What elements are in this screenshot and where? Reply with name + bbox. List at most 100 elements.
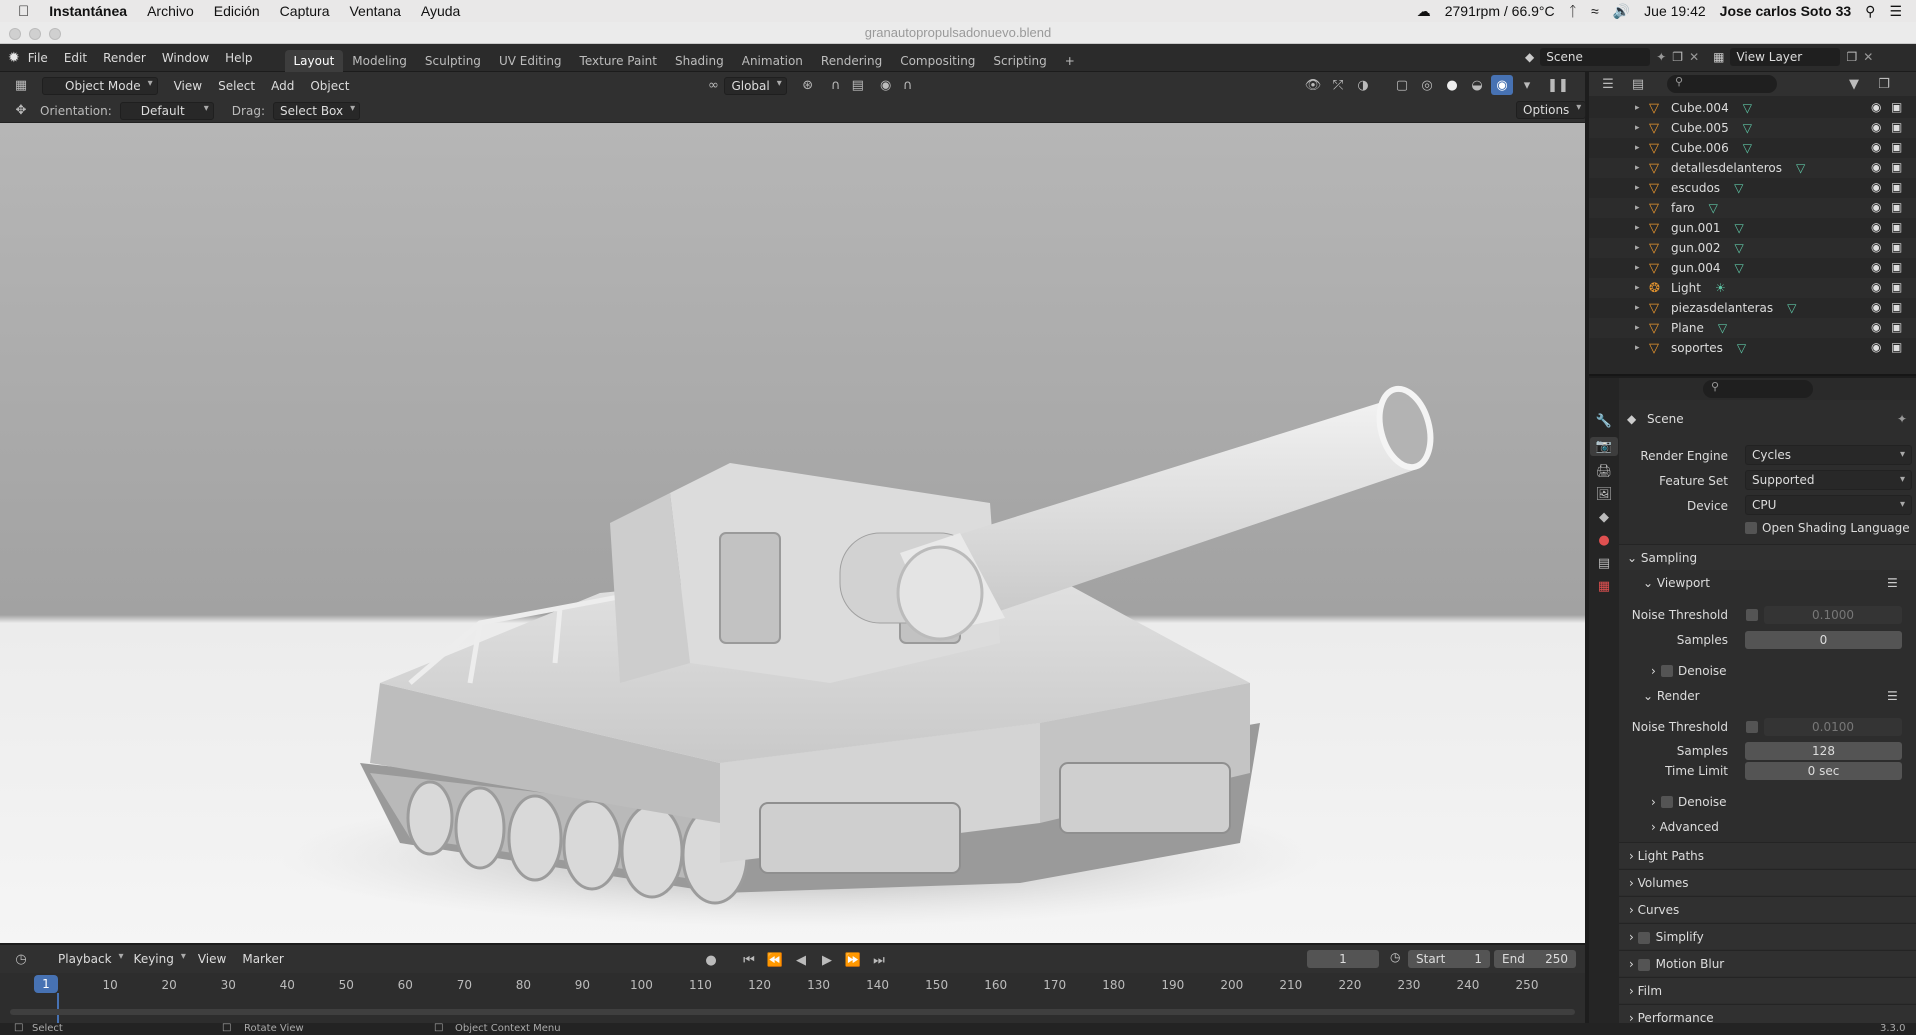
playback-menu[interactable]: Playback xyxy=(52,951,128,967)
new-collection-icon[interactable]: ❐ xyxy=(1873,74,1895,94)
outliner-row[interactable]: ▸ ▽ gun.001 ▽ ◉ ▣ xyxy=(1589,218,1916,238)
mesh-data-icon[interactable]: ▽ xyxy=(1735,261,1744,275)
display-mode-icon[interactable]: ▤ xyxy=(1627,74,1649,94)
pause-render-icon[interactable]: ❚❚ xyxy=(1547,75,1569,95)
editor-type-icon[interactable]: ▦ xyxy=(10,76,32,96)
mesh-data-icon[interactable]: ▽ xyxy=(1734,181,1743,195)
playhead[interactable]: 1 xyxy=(34,975,58,993)
texture-tab-icon[interactable]: ▦ xyxy=(1598,579,1610,594)
visibility-eye-icon[interactable]: ◉ xyxy=(1871,240,1881,254)
visibility-eye-icon[interactable]: ◉ xyxy=(1871,280,1881,294)
keying-menu[interactable]: Keying xyxy=(128,951,190,967)
shading-options-icon[interactable]: ▾ xyxy=(1516,75,1538,95)
timeline-editor-type-icon[interactable]: ◷ xyxy=(10,949,32,969)
material-shading-icon[interactable]: ◒ xyxy=(1466,75,1488,95)
expand-arrow-icon[interactable]: ▸ xyxy=(1635,143,1649,153)
vp-denoise-subpanel[interactable]: › xyxy=(1651,664,1656,678)
tab-uv-editing[interactable]: UV Editing xyxy=(490,50,571,72)
add-workspace-button[interactable]: + xyxy=(1056,50,1084,72)
expand-arrow-icon[interactable]: ▸ xyxy=(1635,343,1649,353)
falloff-icon[interactable]: ∩ xyxy=(897,76,919,96)
3d-viewport[interactable] xyxy=(0,123,1585,943)
visibility-eye-icon[interactable]: ◉ xyxy=(1871,220,1881,234)
snap-icon[interactable]: ∩ xyxy=(825,76,847,96)
timeline-ruler[interactable]: 1 10 20 30 40 50 60 70 80 90 100 110 120 130 140 150 16… xyxy=(0,973,1585,1023)
pin-icon[interactable]: ✦ xyxy=(1656,50,1666,64)
mesh-data-icon[interactable]: ▽ xyxy=(1796,161,1805,175)
render-camera-icon[interactable]: ▣ xyxy=(1891,240,1902,254)
tab-layout[interactable]: Layout xyxy=(284,49,344,72)
tab-rendering[interactable]: Rendering xyxy=(812,50,891,72)
mesh-data-icon[interactable]: ▽ xyxy=(1737,341,1746,355)
view-layer-tab-icon[interactable]: 🖼 xyxy=(1596,487,1613,502)
device-selector[interactable]: CPU xyxy=(1745,495,1912,515)
menu-select[interactable]: Select xyxy=(210,79,263,93)
play-reverse-button[interactable]: ◀ xyxy=(790,950,812,970)
snap-target-icon[interactable]: ▤ xyxy=(847,76,869,96)
expand-arrow-icon[interactable]: ▸ xyxy=(1635,243,1649,253)
new-scene-icon[interactable]: ❐ xyxy=(1672,50,1683,64)
outliner-item-name[interactable]: Light xyxy=(1671,281,1701,295)
tab-animation[interactable]: Animation xyxy=(733,50,812,72)
render-camera-icon[interactable]: ▣ xyxy=(1891,140,1902,154)
expand-arrow-icon[interactable]: ▸ xyxy=(1635,183,1649,193)
expand-arrow-icon[interactable]: ▸ xyxy=(1635,163,1649,173)
prev-keyframe-button[interactable]: ⏪ xyxy=(764,950,786,970)
simplify-panel[interactable]: › Simplify xyxy=(1619,923,1916,949)
end-frame-field[interactable]: End 250 xyxy=(1494,950,1576,968)
menu-window[interactable]: Window xyxy=(154,51,217,65)
r-noise-threshold-checkbox[interactable] xyxy=(1746,721,1758,733)
visibility-eye-icon[interactable]: ◉ xyxy=(1871,340,1881,354)
outliner-search-field[interactable]: ⚲ xyxy=(1667,75,1777,93)
outliner-row[interactable]: ▸ ▽ piezasdelanteras ▽ ◉ ▣ xyxy=(1589,298,1916,318)
mesh-data-icon[interactable]: ▽ xyxy=(1718,321,1727,335)
overlay-icon[interactable]: ◑ xyxy=(1352,75,1374,95)
expand-arrow-icon[interactable]: ▸ xyxy=(1635,103,1649,113)
rendered-shading-icon[interactable]: ◉ xyxy=(1491,75,1513,95)
outliner-item-name[interactable]: faro xyxy=(1671,201,1695,215)
timeline-scrollbar[interactable] xyxy=(10,1009,1575,1015)
viewport-subpanel-header[interactable]: ⌄ Viewport xyxy=(1643,576,1710,590)
control-center-icon[interactable]: ☰ xyxy=(1889,3,1902,20)
outliner-item-name[interactable]: soportes xyxy=(1671,341,1723,355)
wireframe-shading-icon[interactable]: ◎ xyxy=(1416,75,1438,95)
render-camera-icon[interactable]: ▣ xyxy=(1891,340,1902,354)
apple-icon[interactable]:  xyxy=(18,3,29,20)
record-button[interactable]: ● xyxy=(700,950,722,970)
scene-selector[interactable]: Scene xyxy=(1540,48,1651,66)
clock[interactable]: Jue 19:42 xyxy=(1644,3,1706,19)
vp-noise-threshold-checkbox[interactable] xyxy=(1746,609,1758,621)
expand-arrow-icon[interactable]: ▸ xyxy=(1635,123,1649,133)
outliner-row[interactable]: ▸ ▽ faro ▽ ◉ ▣ xyxy=(1589,198,1916,218)
cloud-icon[interactable]: ☁ xyxy=(1417,3,1431,20)
view-layer-icon[interactable]: ▦ xyxy=(1713,50,1724,64)
xray-icon[interactable]: ▢ xyxy=(1391,75,1413,95)
sampling-panel-header[interactable]: ⌄ Sampling xyxy=(1619,544,1916,570)
outliner-row[interactable]: ▸ ▽ gun.002 ▽ ◉ ▣ xyxy=(1589,238,1916,258)
outliner-row[interactable]: ▸ ▽ Cube.004 ▽ ◉ ▣ xyxy=(1589,98,1916,118)
visibility-eye-icon[interactable]: ◉ xyxy=(1871,200,1881,214)
viewport-presets-icon[interactable]: ☰ xyxy=(1887,576,1898,590)
options-button[interactable]: Options xyxy=(1516,101,1587,119)
outliner-item-name[interactable]: gun.001 xyxy=(1671,221,1721,235)
outliner-row[interactable]: ▸ ▽ Cube.005 ▽ ◉ ▣ xyxy=(1589,118,1916,138)
mac-menu-archivo[interactable]: Archivo xyxy=(147,3,194,19)
mesh-data-icon[interactable]: ▽ xyxy=(1735,221,1744,235)
render-camera-icon[interactable]: ▣ xyxy=(1891,260,1902,274)
render-camera-icon[interactable]: ▣ xyxy=(1891,200,1902,214)
render-camera-icon[interactable]: ▣ xyxy=(1891,100,1902,114)
jump-start-button[interactable]: ⏮ xyxy=(738,950,760,970)
mac-menu-ayuda[interactable]: Ayuda xyxy=(421,3,460,19)
drag-selector[interactable]: Select Box xyxy=(272,101,361,120)
render-camera-icon[interactable]: ▣ xyxy=(1891,120,1902,134)
visibility-eye-icon[interactable]: ◉ xyxy=(1871,120,1881,134)
render-camera-icon[interactable]: ▣ xyxy=(1891,160,1902,174)
visibility-icon[interactable]: 👁 xyxy=(1302,75,1324,95)
tab-sculpting[interactable]: Sculpting xyxy=(416,50,490,72)
menu-add[interactable]: Add xyxy=(263,79,302,93)
outliner-row[interactable]: ▸ ❂ Light ☀ ◉ ▣ xyxy=(1589,278,1916,298)
menu-file[interactable]: File xyxy=(20,51,56,65)
orientation-selector[interactable]: Default xyxy=(119,101,214,120)
expand-arrow-icon[interactable]: ▸ xyxy=(1635,263,1649,273)
r-noise-threshold-field[interactable]: 0.0100 xyxy=(1764,718,1902,736)
